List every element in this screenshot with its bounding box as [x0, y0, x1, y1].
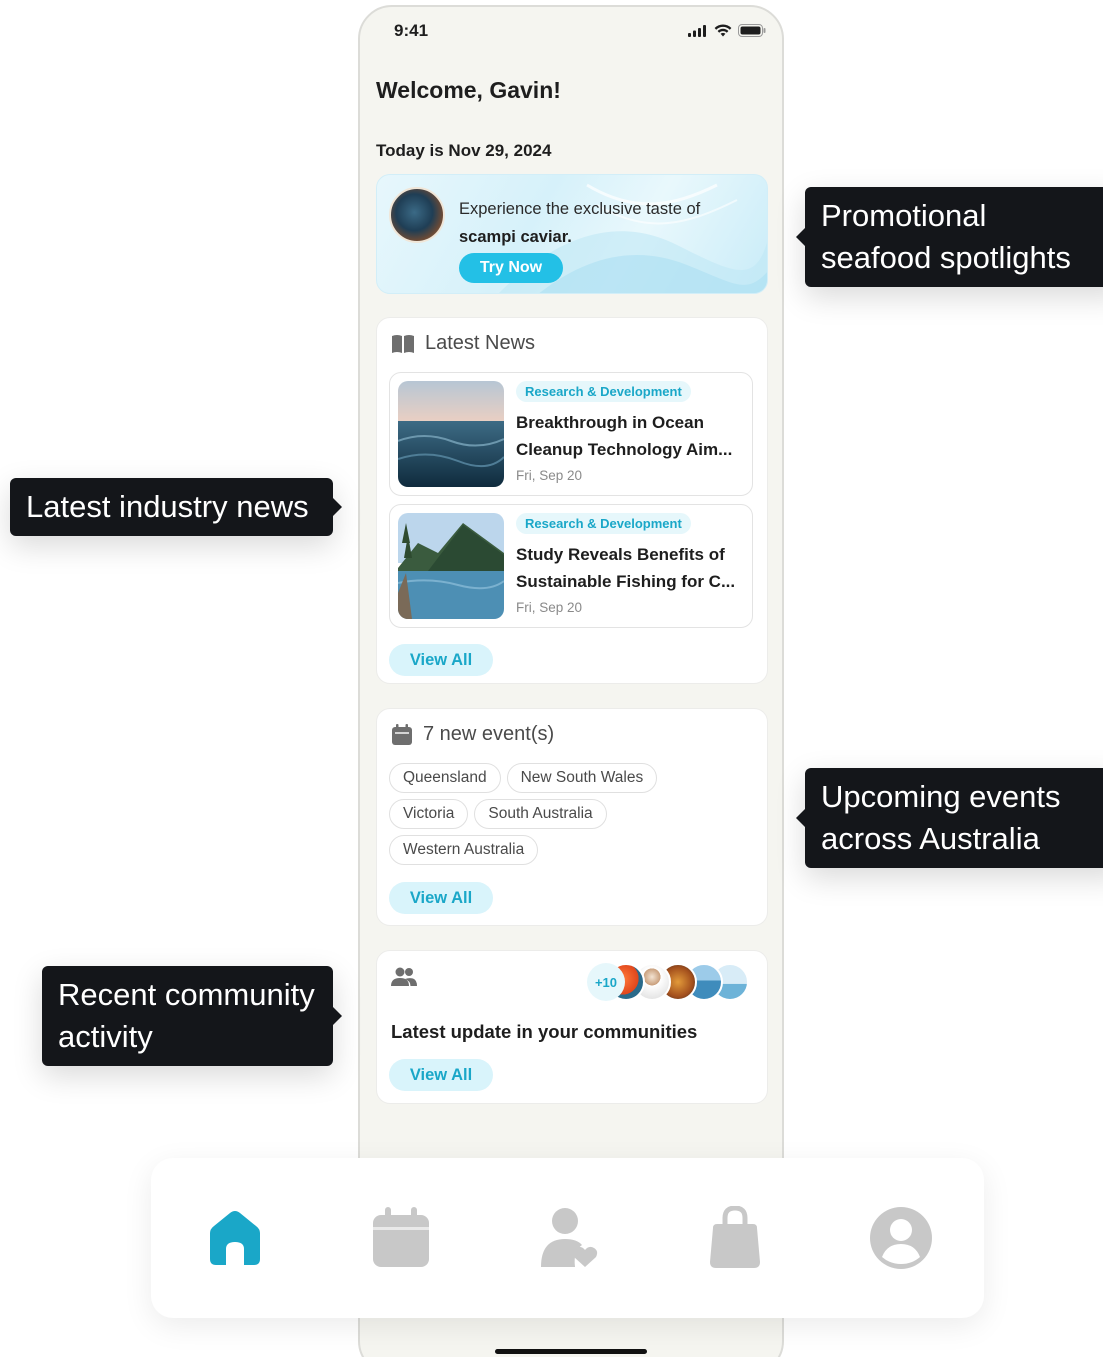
events-view-all-button[interactable]: View All [389, 882, 493, 914]
shop-icon [710, 1206, 760, 1268]
news-category-tag: Research & Development [516, 381, 691, 402]
callout-community-line2: activity [58, 1019, 153, 1054]
news-image [398, 381, 504, 487]
phone-frame: 9:41 Welcome, Gavin! Today is Nov 29, 20… [358, 5, 784, 1357]
community-card: +10 Latest update in your communities Vi… [376, 950, 768, 1104]
latest-news-card: Latest News Research & Development Break… [376, 317, 768, 684]
book-icon [392, 334, 414, 353]
news-title: Breakthrough in Ocean Cleanup Technology… [516, 409, 748, 463]
callout-events: Upcoming events across Australia [796, 768, 1103, 868]
extra-members-count: +10 [587, 963, 625, 1001]
events-header: 7 new event(s) [391, 723, 554, 746]
promo-text: Experience the exclusive taste of scampi… [459, 195, 759, 251]
news-title: Study Reveals Benefits of Sustainable Fi… [516, 541, 748, 595]
try-now-button[interactable]: Try Now [459, 253, 563, 283]
news-image [398, 513, 504, 619]
caviar-image [389, 187, 445, 243]
status-bar: 9:41 [360, 7, 782, 57]
callout-events-line2: across Australia [821, 821, 1040, 856]
news-item[interactable]: Research & Development Breakthrough in O… [389, 372, 753, 496]
home-indicator [495, 1349, 647, 1354]
callout-promo-line2: seafood spotlights [821, 240, 1071, 275]
news-heading: Latest News [425, 332, 536, 354]
news-header: Latest News [391, 332, 535, 355]
promo-line1: Experience the exclusive taste of [459, 200, 701, 218]
promo-line2: scampi caviar. [459, 228, 572, 246]
calendar-icon [392, 723, 412, 745]
chip-queensland[interactable]: Queensland [389, 763, 501, 793]
status-icons [688, 24, 766, 37]
news-title-line2: Sustainable Fishing for C... [516, 572, 736, 591]
news-date: Fri, Sep 20 [516, 600, 583, 615]
news-view-all-button[interactable]: View All [389, 644, 493, 676]
signal-icon [688, 24, 706, 37]
callout-news-line1: Latest industry news [26, 489, 309, 524]
chip-victoria[interactable]: Victoria [389, 799, 469, 829]
member-avatars[interactable]: +10 [587, 963, 749, 1001]
callout-news: Latest industry news [10, 478, 342, 536]
chip-new-south-wales[interactable]: New South Wales [506, 763, 658, 793]
news-title-line2: Cleanup Technology Aim... [516, 440, 733, 459]
callout-community: Recent community activity [42, 966, 342, 1066]
profile-icon [870, 1207, 932, 1269]
community-view-all-button[interactable]: View All [389, 1059, 493, 1091]
chip-south-australia[interactable]: South Australia [474, 799, 607, 829]
today-date: Today is Nov 29, 2024 [376, 141, 552, 160]
home-icon [210, 1211, 260, 1265]
welcome-heading: Welcome, Gavin! [376, 77, 561, 103]
news-title-line1: Breakthrough in Ocean [516, 413, 704, 432]
nav-shop[interactable] [699, 1202, 771, 1274]
callout-promo: Promotional seafood spotlights [796, 187, 1103, 287]
callout-promo-line1: Promotional [821, 198, 987, 233]
nav-home[interactable] [199, 1202, 271, 1274]
news-date: Fri, Sep 20 [516, 468, 583, 483]
wifi-icon [714, 24, 732, 37]
callout-events-line1: Upcoming events [821, 779, 1061, 814]
community-title: Latest update in your communities [391, 1021, 698, 1042]
battery-icon [738, 24, 766, 37]
nav-community[interactable] [533, 1202, 605, 1274]
community-icon [541, 1208, 598, 1267]
news-title-line1: Study Reveals Benefits of [516, 545, 725, 564]
region-chips: Queensland New South Wales Victoria Sout… [389, 763, 759, 871]
community-people-icon [391, 967, 417, 986]
status-time: 9:41 [394, 21, 429, 40]
chip-western-australia[interactable]: Western Australia [389, 835, 539, 865]
news-category-tag: Research & Development [516, 513, 691, 534]
events-heading: 7 new event(s) [423, 723, 555, 745]
events-card: 7 new event(s) Queensland New South Wale… [376, 708, 768, 926]
nav-events[interactable] [365, 1202, 437, 1274]
nav-profile[interactable] [865, 1202, 937, 1274]
callout-community-line1: Recent community [58, 977, 315, 1012]
bottom-navigation [151, 1158, 984, 1318]
promo-banner[interactable]: Experience the exclusive taste of scampi… [376, 174, 768, 294]
calendar-icon [373, 1207, 429, 1267]
news-item[interactable]: Research & Development Study Reveals Ben… [389, 504, 753, 628]
